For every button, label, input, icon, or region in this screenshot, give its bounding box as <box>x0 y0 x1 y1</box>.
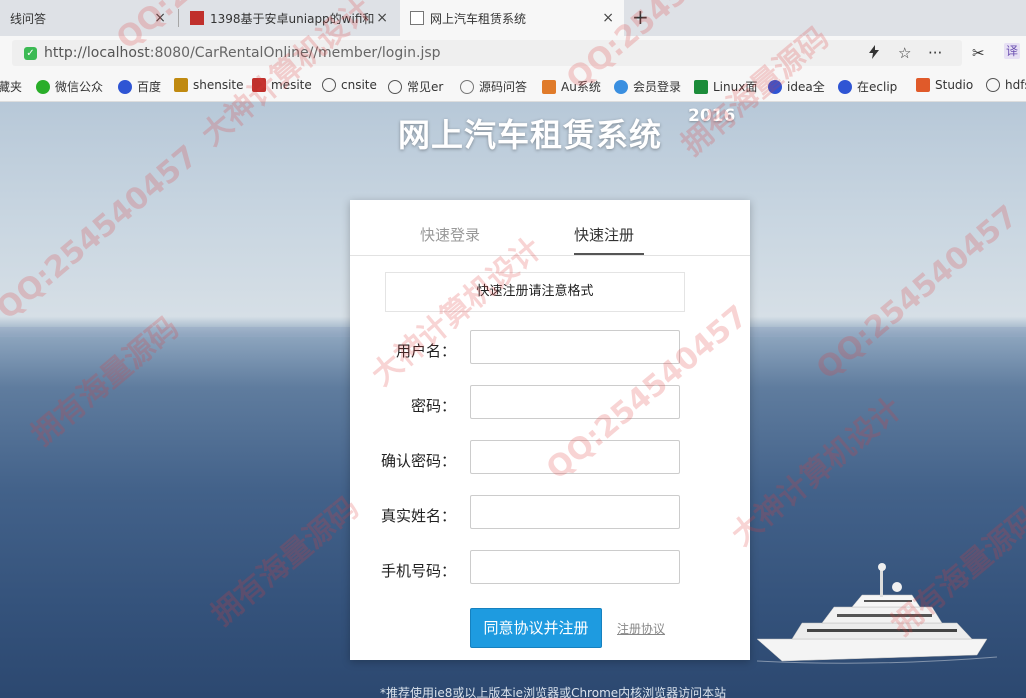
bookmark-item[interactable]: 在eclip <box>838 78 897 95</box>
bookmark-label: idea全 <box>787 80 825 94</box>
bookmark-label: Au系统 <box>561 80 601 94</box>
site-favicon-icon <box>190 11 204 25</box>
bookmark-label: hdfs <box>1005 78 1026 92</box>
password-input[interactable] <box>470 385 680 419</box>
browser-tab-active[interactable]: 网上汽车租赁系统 × <box>400 0 624 36</box>
site-icon <box>174 78 188 92</box>
bookmark-label: 常见er <box>407 80 444 94</box>
bookmark-item[interactable]: 常见er <box>388 78 443 95</box>
phone-input[interactable] <box>470 550 680 584</box>
baidu-icon <box>768 79 782 94</box>
url-host: http://localhost <box>44 45 150 61</box>
baidu-icon <box>118 79 132 94</box>
bookmarks-bar: 藏夹 微信公众 百度 shensite mesite cnsite 常见er 源… <box>0 70 1026 102</box>
au-icon <box>542 79 556 94</box>
bookmark-label: 会员登录 <box>633 80 682 94</box>
bookmark-item[interactable]: mesite <box>252 78 312 92</box>
site-year: 2016 <box>688 106 736 126</box>
bookmark-label: Linux面 <box>713 80 758 94</box>
page-background: 网上汽车租赁系统 2016 快速登录 快速注册 快速注册请注意格式 用户名： 密… <box>0 102 1026 698</box>
bookmark-item[interactable]: 百度 <box>118 78 161 95</box>
tab-separator <box>178 9 179 27</box>
confirm-password-input[interactable] <box>470 440 680 474</box>
panel-tabs: 快速登录 快速注册 <box>350 200 750 256</box>
real-name-input[interactable] <box>470 495 680 529</box>
bookmark-label: 百度 <box>137 80 162 94</box>
close-icon[interactable]: × <box>154 10 166 26</box>
bookmark-label: 微信公众 <box>55 80 104 94</box>
bookmark-item[interactable]: hdfs <box>986 78 1026 92</box>
scissors-icon[interactable]: ✂ <box>972 45 985 61</box>
bookmark-label: 在eclip <box>857 80 898 94</box>
globe-icon <box>986 78 1000 92</box>
real-name-label: 真实姓名： <box>380 507 456 525</box>
bookmark-label: cnsite <box>341 78 377 92</box>
browser-recommendation-note: *推荐使用ie8或以上版本ie浏览器或Chrome内核浏览器访问本站 <box>380 686 727 698</box>
browser-tab-strip: 线问答 × 1398基于安卓uniapp的wifi和 × 网上汽车租赁系统 × … <box>0 0 1026 36</box>
site-icon <box>252 78 266 92</box>
bookmark-label: 藏夹 <box>0 80 23 94</box>
code-icon <box>460 79 474 94</box>
bookmark-item[interactable]: 源码问答 <box>460 78 527 95</box>
agreement-link[interactable]: 注册协议 <box>617 620 665 637</box>
globe-icon <box>322 78 336 92</box>
username-label: 用户名： <box>395 342 456 360</box>
tab-title: 1398基于安卓uniapp的wifi和 <box>210 11 375 26</box>
bookmark-item[interactable]: 微信公众 <box>36 78 103 95</box>
bookmark-item[interactable]: cnsite <box>322 78 377 92</box>
star-icon[interactable]: ☆ <box>898 45 911 61</box>
bookmark-label: Studio <box>935 78 974 92</box>
more-icon[interactable]: ··· <box>928 45 942 61</box>
new-tab-icon[interactable]: + <box>632 6 649 28</box>
agree-register-button[interactable]: 同意协议并注册 <box>470 608 602 648</box>
close-icon[interactable]: × <box>376 10 388 26</box>
tab-quick-login[interactable]: 快速登录 <box>420 224 480 245</box>
bookmark-label: mesite <box>271 78 312 92</box>
secure-shield-icon: ✓ <box>24 47 37 60</box>
page-favicon-icon <box>410 11 424 25</box>
cloud-icon <box>614 79 628 94</box>
globe-icon <box>388 79 402 94</box>
translate-icon[interactable]: 译 <box>1004 43 1021 59</box>
format-notice: 快速注册请注意格式 <box>385 272 685 312</box>
bookmark-item[interactable]: Au系统 <box>542 78 601 95</box>
browser-tab[interactable]: 1398基于安卓uniapp的wifi和 × <box>180 0 398 36</box>
baidu-icon <box>838 79 852 94</box>
bookmark-item[interactable]: Linux面 <box>694 78 757 95</box>
bookmark-item[interactable]: 藏夹 <box>0 78 22 95</box>
bookmark-item[interactable]: Studio <box>916 78 973 92</box>
bookmark-item[interactable]: 会员登录 <box>614 78 681 95</box>
confirm-password-label: 确认密码： <box>380 452 456 470</box>
bookmark-label: shensite <box>193 78 244 92</box>
active-tab-indicator <box>574 253 644 255</box>
bookmark-item[interactable]: idea全 <box>768 78 825 95</box>
shield-icon <box>694 79 708 94</box>
username-input[interactable] <box>470 330 680 364</box>
register-panel: 快速登录 快速注册 快速注册请注意格式 用户名： 密码： 确认密码： 真实姓名：… <box>350 200 750 660</box>
c-icon <box>916 78 930 92</box>
address-bar[interactable]: ✓ http://localhost:8080/CarRentalOnline/… <box>12 40 962 66</box>
yacht-image <box>756 563 998 664</box>
phone-label: 手机号码： <box>380 562 456 580</box>
bookmark-item[interactable]: shensite <box>174 78 244 92</box>
browser-toolbar: ✓ http://localhost:8080/CarRentalOnline/… <box>0 36 1026 70</box>
password-label: 密码： <box>410 397 456 415</box>
url-path: :8080/CarRentalOnline//member/login.jsp <box>149 45 441 61</box>
site-title: 网上汽车租赁系统 <box>398 116 663 154</box>
bookmark-label: 源码问答 <box>479 80 528 94</box>
lightning-icon[interactable] <box>868 45 880 62</box>
tab-quick-register[interactable]: 快速注册 <box>574 224 634 245</box>
close-icon[interactable]: × <box>602 10 614 26</box>
browser-tab[interactable]: 线问答 × <box>0 0 176 36</box>
url-text: http://localhost:8080/CarRentalOnline//m… <box>44 45 441 61</box>
wechat-icon <box>36 79 50 94</box>
tab-title: 线问答 <box>10 11 47 26</box>
tab-title: 网上汽车租赁系统 <box>430 11 527 26</box>
